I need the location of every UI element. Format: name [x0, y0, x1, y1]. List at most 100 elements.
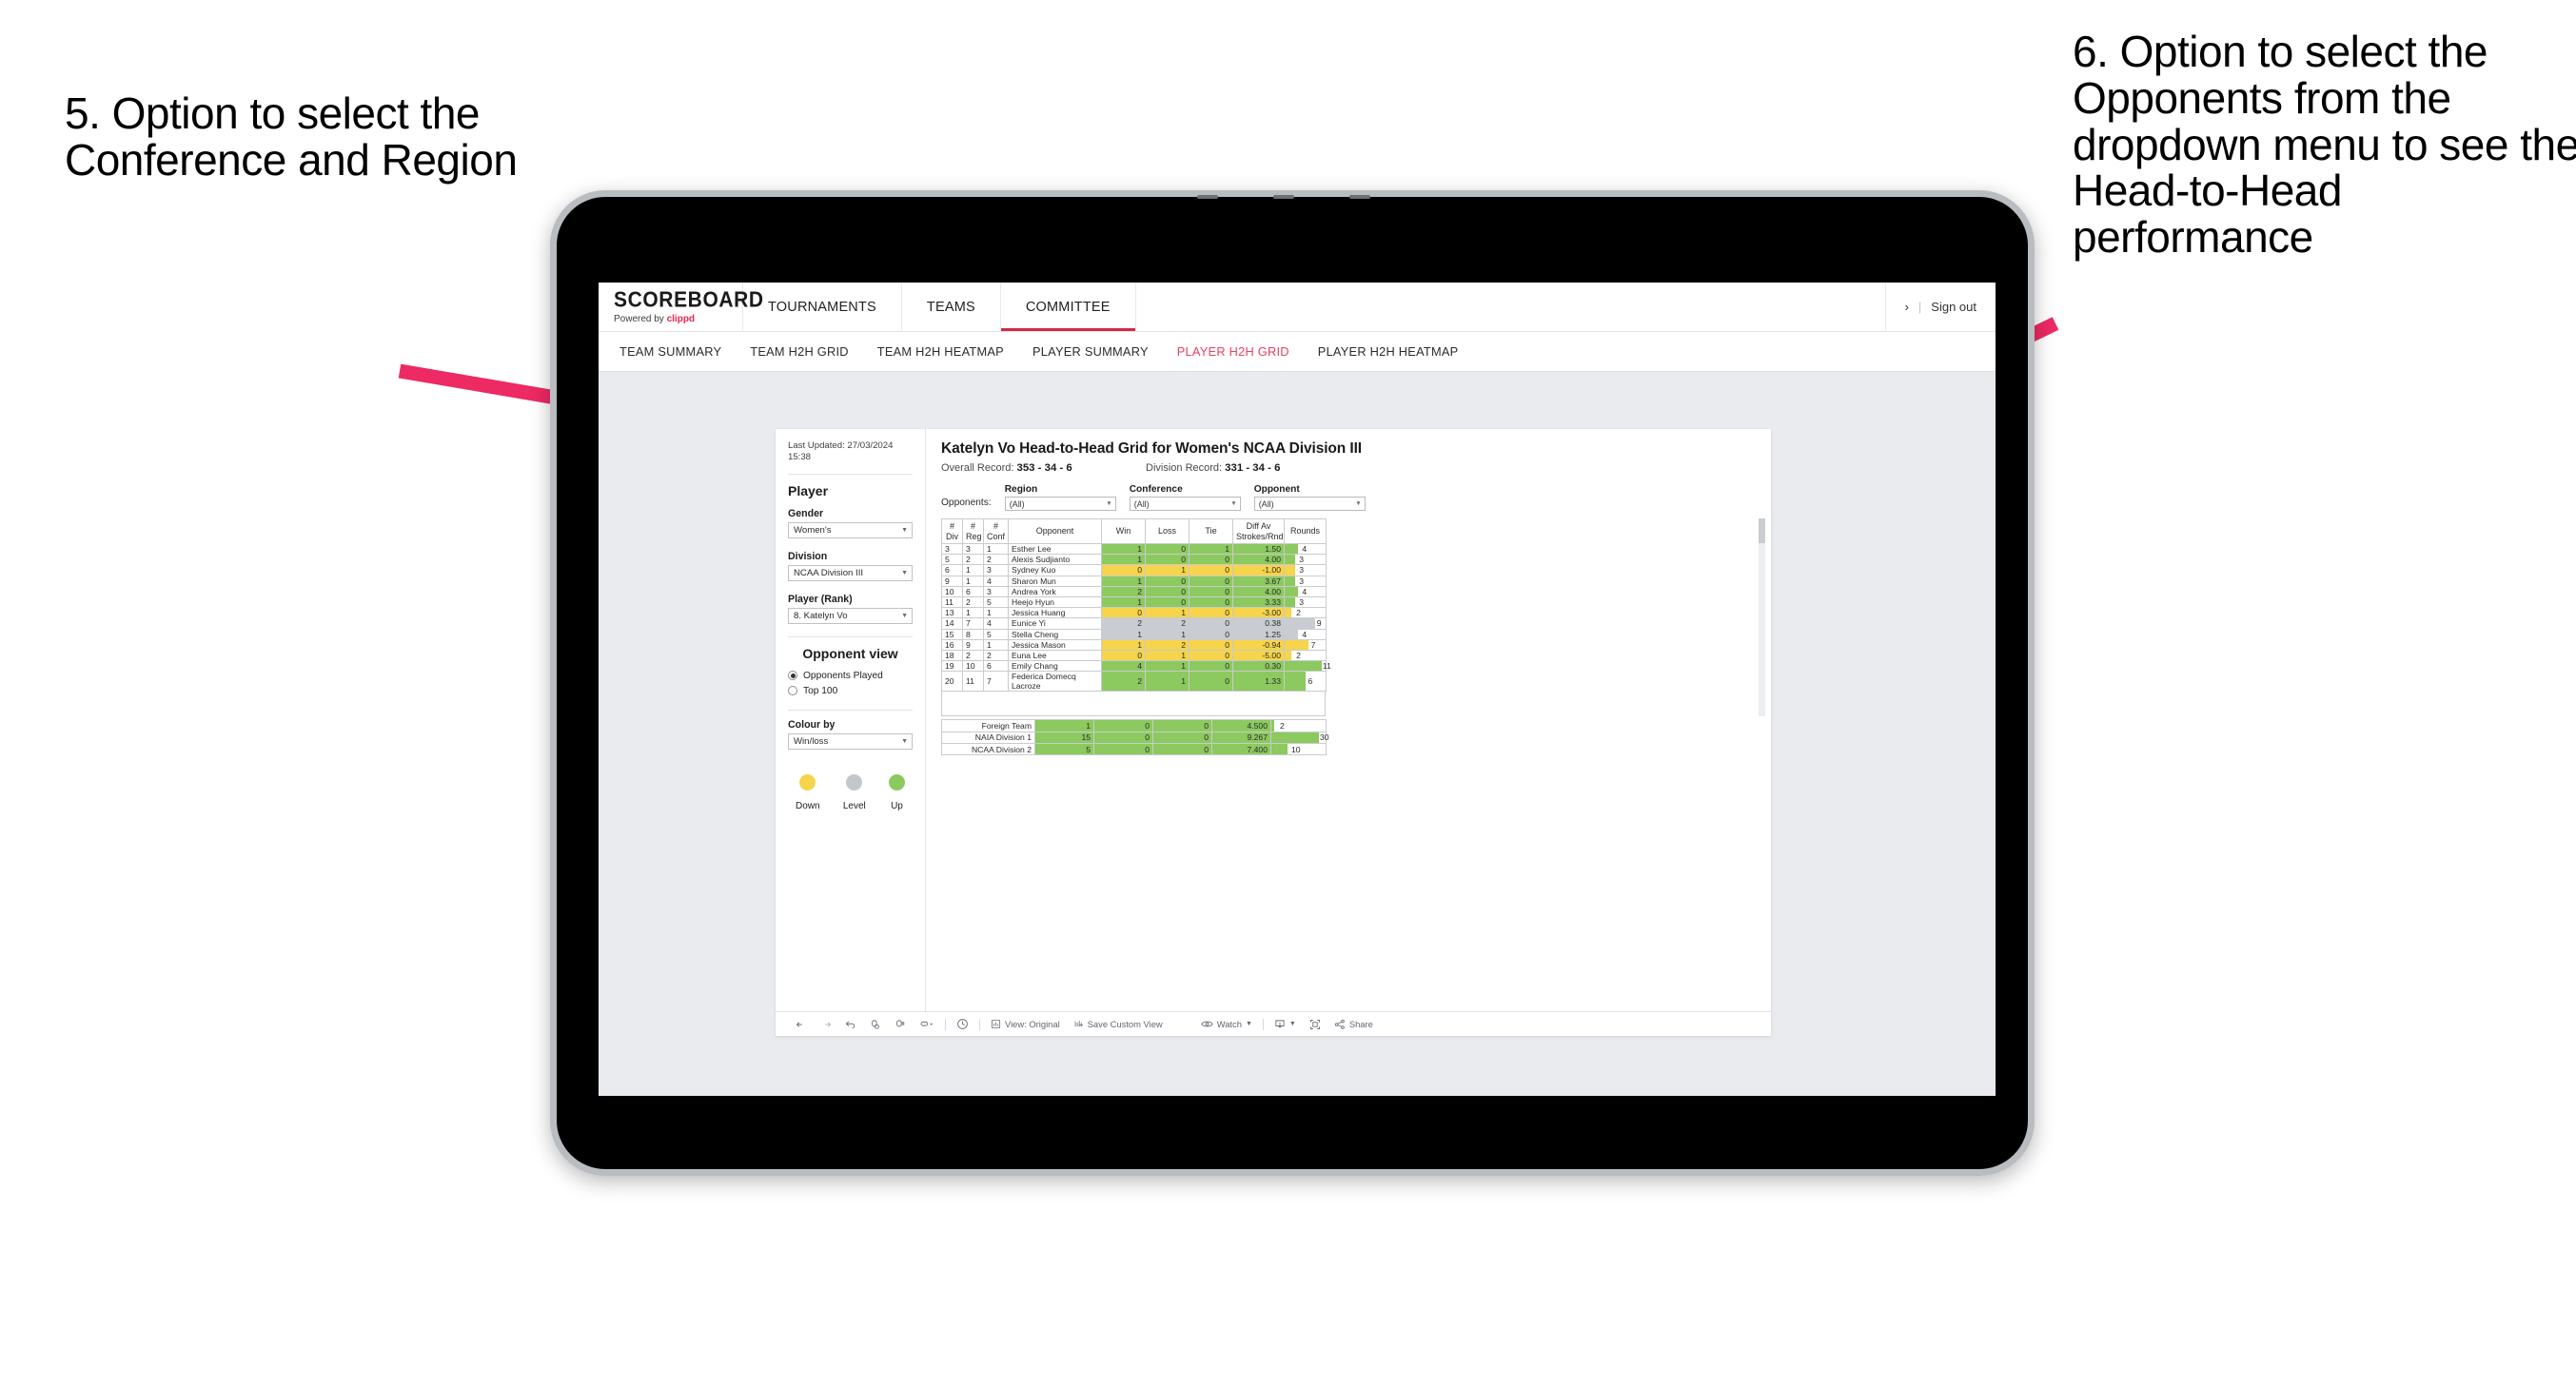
- nav-tab-committee[interactable]: COMMITTEE: [1000, 283, 1136, 331]
- grid-scrollbar-thumb[interactable]: [1759, 518, 1765, 543]
- col-header-rounds[interactable]: Rounds: [1284, 518, 1327, 544]
- overall-record-value: 353 - 34 - 6: [1016, 462, 1072, 474]
- pause-icon[interactable]: [888, 1019, 913, 1030]
- watch-label: Watch: [1216, 1019, 1242, 1029]
- table-row[interactable]: 15 8 5 Stella Cheng 1 1 0 1.25 4: [941, 628, 1327, 640]
- refresh-icon[interactable]: [863, 1019, 888, 1030]
- watch-button[interactable]: Watch ▼: [1194, 1019, 1259, 1029]
- table-row[interactable]: 16 9 1 Jessica Mason 1 2 0 -0.94 7: [941, 638, 1327, 651]
- table-row[interactable]: 5 2 2 Alexis Sudjianto 1 0 0 4.00 3: [941, 554, 1327, 566]
- col-header-loss[interactable]: Loss: [1145, 518, 1190, 544]
- out-of-division-row[interactable]: NAIA Division 1 15 0 0 9.267 30: [941, 731, 1329, 745]
- table-row[interactable]: 6 1 3 Sydney Kuo 0 1 0 -1.00 3: [941, 564, 1327, 576]
- view-original-button[interactable]: View: Original: [984, 1019, 1067, 1029]
- table-row[interactable]: 19 10 6 Emily Chang 4 1 0 0.30 11: [941, 660, 1331, 673]
- table-row[interactable]: 3 3 1 Esther Lee 1 0 1 1.50 4: [941, 542, 1327, 556]
- col-header-win[interactable]: Win: [1101, 518, 1146, 544]
- colour-by-select[interactable]: Win/loss ▼: [788, 732, 913, 750]
- cell-loss: 0: [1093, 731, 1153, 745]
- rounds-value: 3: [1299, 576, 1305, 586]
- out-of-division-row[interactable]: Foreign Team 1 0 0 4.500 2: [941, 719, 1327, 732]
- cell-opponent: Jessica Huang: [1008, 607, 1102, 619]
- brand-logo[interactable]: SCOREBOARD Powered by clippd: [599, 283, 763, 331]
- grid-scrollbar-track[interactable]: [1759, 518, 1765, 716]
- nav-tab-teams[interactable]: TEAMS: [902, 283, 1001, 331]
- cell-rounds: 11: [1284, 660, 1331, 673]
- cell-div: 20: [941, 671, 963, 693]
- cell-diff: -1.00: [1232, 564, 1285, 576]
- workbook-canvas: Last Updated: 27/03/2024 15:38 Player Ge…: [599, 372, 1996, 1096]
- table-row[interactable]: 10 6 3 Andrea York 2 0 0 4.00 4: [941, 585, 1327, 597]
- redo-icon[interactable]: [814, 1019, 838, 1030]
- table-row[interactable]: 13 1 1 Jessica Huang 0 1 0 -3.00 2: [941, 607, 1327, 619]
- conference-select[interactable]: (All) ▼: [1129, 497, 1241, 511]
- out-of-division-row[interactable]: NCAA Division 2 5 0 0 7.400 10: [941, 743, 1327, 756]
- out-of-division-table: Foreign Team 1 0 0 4.500 2 NAIA Division 1 15 0 0…: [941, 719, 1329, 756]
- cell-rounds: 6: [1284, 671, 1327, 693]
- fullscreen-icon[interactable]: [1303, 1019, 1327, 1030]
- radio-opponents-played[interactable]: Opponents Played: [788, 671, 913, 681]
- subtab-team-summary[interactable]: TEAM SUMMARY: [619, 344, 721, 359]
- rounds-bar: [1285, 618, 1316, 629]
- cell-rounds: 3: [1284, 575, 1327, 587]
- save-custom-view-button[interactable]: Save Custom View: [1067, 1019, 1170, 1029]
- highlight-icon[interactable]: [913, 1019, 941, 1030]
- cell-opponent: Esther Lee: [1008, 542, 1102, 556]
- revert-icon[interactable]: [838, 1019, 863, 1030]
- table-row[interactable]: 9 1 4 Sharon Mun 1 0 0 3.67 3: [941, 575, 1327, 587]
- subtab-player-h2h-heatmap[interactable]: PLAYER H2H HEATMAP: [1318, 344, 1459, 359]
- download-icon[interactable]: ▼: [1268, 1019, 1303, 1030]
- region-select[interactable]: (All) ▼: [1004, 497, 1116, 511]
- cell-rounds: 3: [1284, 554, 1327, 566]
- subtab-player-h2h-grid[interactable]: PLAYER H2H GRID: [1177, 344, 1289, 359]
- radio-top-100[interactable]: Top 100: [788, 686, 913, 696]
- table-row[interactable]: 20 11 7 Federica Domecq Lacroze 2 1 0 1.33 6: [941, 671, 1327, 693]
- cell-diff: -5.00: [1232, 649, 1285, 662]
- col-header-reg[interactable]: # Reg: [962, 518, 984, 544]
- cell-diff: 1.50: [1232, 542, 1285, 556]
- cell-tie: 0: [1152, 731, 1212, 745]
- division-select[interactable]: NCAA Division III ▼: [788, 564, 913, 581]
- col-header-opponent[interactable]: Opponent: [1008, 518, 1102, 544]
- cell-div: 5: [941, 554, 963, 566]
- subtab-player-summary[interactable]: PLAYER SUMMARY: [1032, 344, 1149, 359]
- subtab-team-h2h-heatmap[interactable]: TEAM H2H HEATMAP: [877, 344, 1004, 359]
- col-header-tie[interactable]: Tie: [1189, 518, 1233, 544]
- division-record: Division Record: 331 - 34 - 6: [1146, 462, 1350, 474]
- rounds-value: 4: [1302, 544, 1308, 555]
- history-icon[interactable]: [950, 1018, 975, 1030]
- col-header-conf[interactable]: # Conf: [983, 518, 1009, 544]
- cell-tie: 0: [1189, 554, 1233, 566]
- sign-out-link[interactable]: Sign out: [1931, 300, 1976, 314]
- rounds-value: 3: [1299, 565, 1305, 576]
- table-row[interactable]: 14 7 4 Eunice Yi 2 2 0 0.38 9: [941, 617, 1327, 630]
- player-section-heading: Player: [788, 482, 829, 498]
- gender-select[interactable]: Women's ▼: [788, 521, 913, 538]
- table-row[interactable]: 11 2 5 Heejo Hyun 1 0 0 3.33 3: [941, 595, 1327, 609]
- table-row[interactable]: 18 2 2 Euna Lee 0 1 0 -5.00 2: [941, 649, 1327, 662]
- cell-loss: 0: [1145, 542, 1190, 556]
- rounds-value: 10: [1291, 744, 1301, 754]
- cell-rounds: 4: [1284, 542, 1327, 556]
- cell-tie: 0: [1189, 660, 1233, 673]
- h2h-grid-body: 3 3 1 Esther Lee 1 0 1 1.50 4 5 2 2 Alexis Sudjianto…: [941, 542, 1331, 693]
- legend-label-down: Down: [796, 800, 820, 811]
- tablet-device: SCOREBOARD Powered by clippd TOURNAMENTS…: [550, 190, 2035, 1176]
- player-rank-select[interactable]: 8. Katelyn Vo ▼: [788, 607, 913, 624]
- cell-loss: 0: [1145, 575, 1190, 587]
- share-button[interactable]: Share: [1327, 1019, 1380, 1030]
- opponent-select[interactable]: (All) ▼: [1253, 497, 1366, 511]
- cell-loss: 1: [1145, 607, 1190, 619]
- cell-opponent: Jessica Mason: [1008, 638, 1102, 651]
- share-label: Share: [1348, 1019, 1373, 1029]
- cell-opponent: Alexis Sudjianto: [1008, 554, 1102, 566]
- rounds-value: 4: [1302, 586, 1308, 596]
- chevron-right-icon[interactable]: ›: [1905, 300, 1909, 314]
- subtab-team-h2h-grid[interactable]: TEAM H2H GRID: [750, 344, 849, 359]
- cell-rounds: 7: [1284, 638, 1327, 651]
- cell-rounds: 4: [1284, 628, 1327, 640]
- col-header-diff-av-strokes-rnd[interactable]: Diff Av Strokes/Rnd: [1232, 518, 1285, 544]
- undo-icon[interactable]: [789, 1019, 814, 1030]
- col-header-div[interactable]: # Div: [941, 518, 963, 544]
- nav-tab-tournaments[interactable]: TOURNAMENTS: [743, 283, 902, 331]
